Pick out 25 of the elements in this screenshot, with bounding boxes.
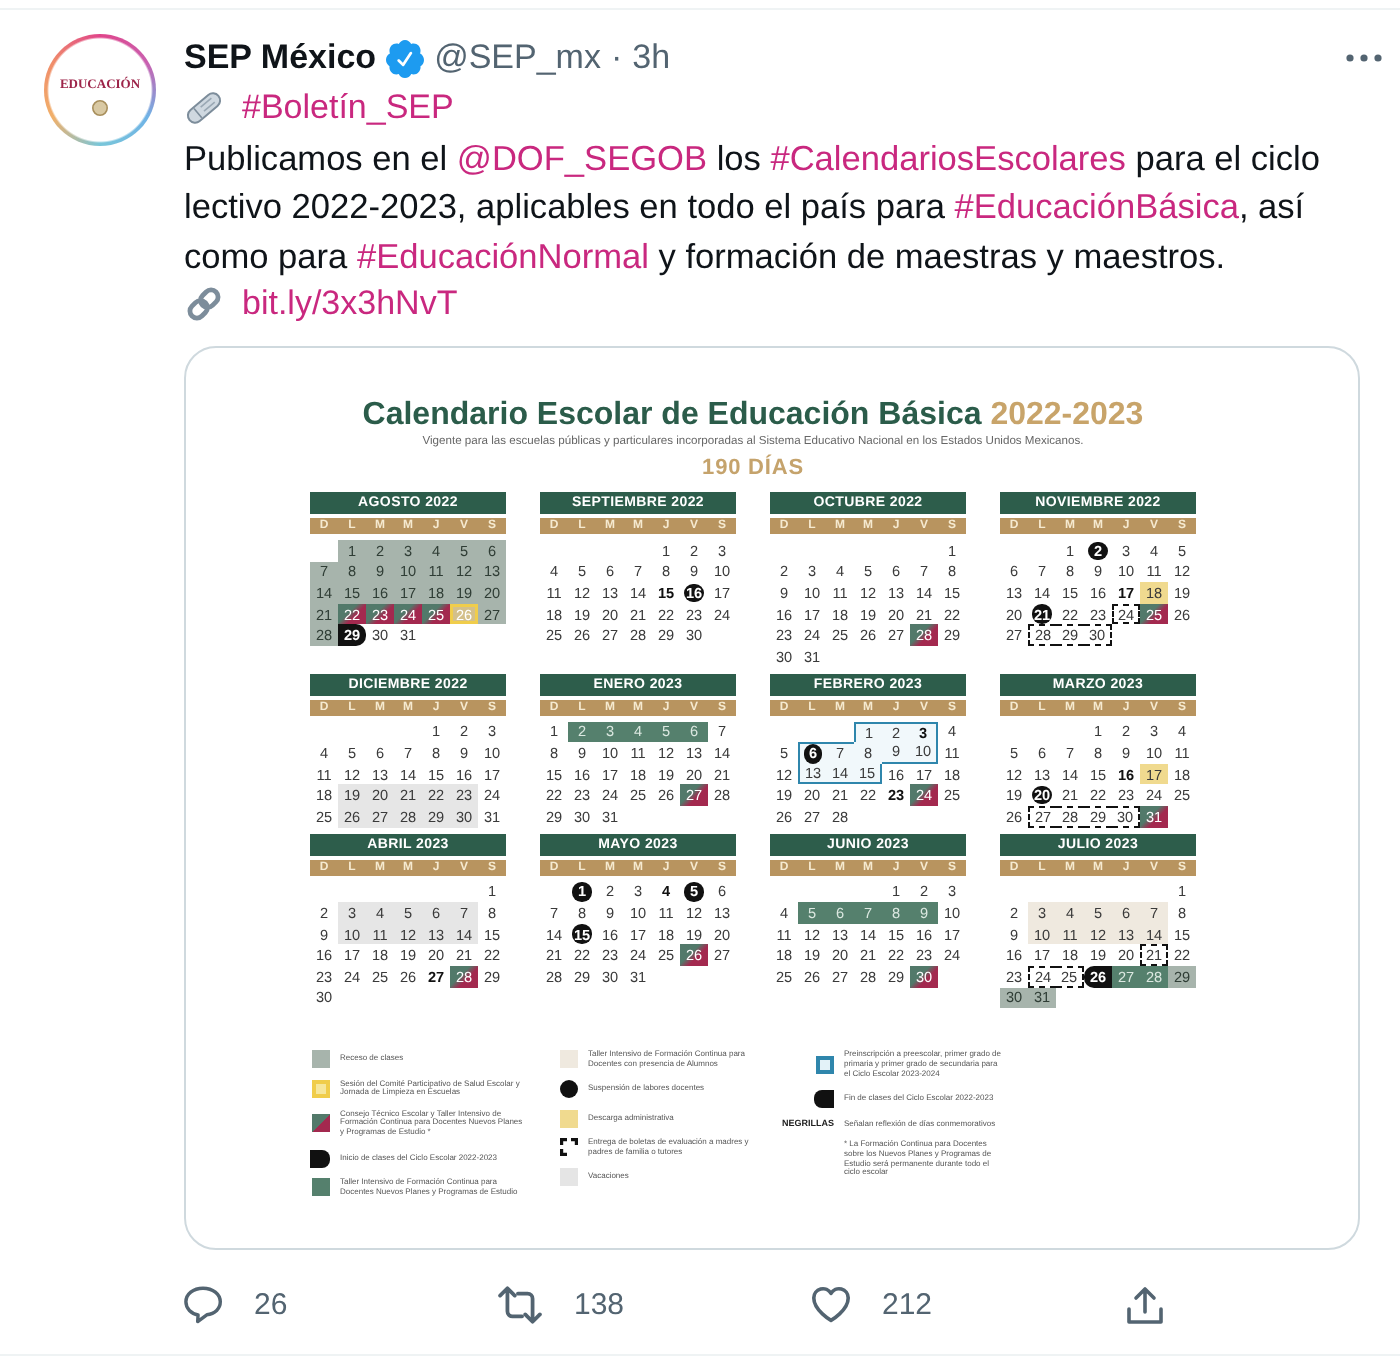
url-link[interactable]: bit.ly/3x3hNvT: [242, 284, 458, 325]
heart-icon: [812, 1286, 850, 1324]
tweet-link[interactable]: #EducaciónBásica: [954, 186, 1239, 226]
chain-link-icon: [184, 284, 224, 325]
author-handle[interactable]: @SEP_mx: [434, 34, 601, 82]
calendar-card[interactable]: [184, 345, 1360, 1249]
share-button[interactable]: [1126, 1286, 1164, 1324]
repost-arrows-icon: [498, 1286, 542, 1324]
tweet-text: Publicamos en el @DOF_SEGOB los #CalendariosEscolares para el ciclo lectivo 2022-2023, aplicables en todo el país para #EducaciónBásica, así como para #EducaciónNormal y formación de maestras y maestros.: [184, 135, 1322, 280]
tweet-link[interactable]: @DOF_SEGOB: [456, 137, 708, 177]
share-icon: [1126, 1286, 1164, 1324]
speech-bubble-icon: [184, 1286, 222, 1324]
hashtag-link[interactable]: #Boletín_SEP: [242, 88, 454, 129]
tweet-link[interactable]: #EducaciónNormal: [356, 235, 649, 275]
like-button[interactable]: 212: [812, 1286, 933, 1324]
separator-dot: ·: [610, 36, 623, 80]
seal-icon: [92, 99, 108, 115]
calendar-title: Calendario Escolar de Educación Básica 2022-2023: [362, 397, 1144, 433]
reply-button[interactable]: 26: [184, 1286, 288, 1324]
post-time[interactable]: 3h: [632, 34, 671, 82]
tweet-link[interactable]: #CalendariosEscolares: [770, 137, 1126, 177]
school-days-count: 190 DÍAS: [702, 456, 804, 482]
more-icon[interactable]: [1346, 54, 1382, 62]
repost-button[interactable]: 138: [498, 1286, 625, 1324]
author-name[interactable]: SEP México: [184, 34, 377, 82]
